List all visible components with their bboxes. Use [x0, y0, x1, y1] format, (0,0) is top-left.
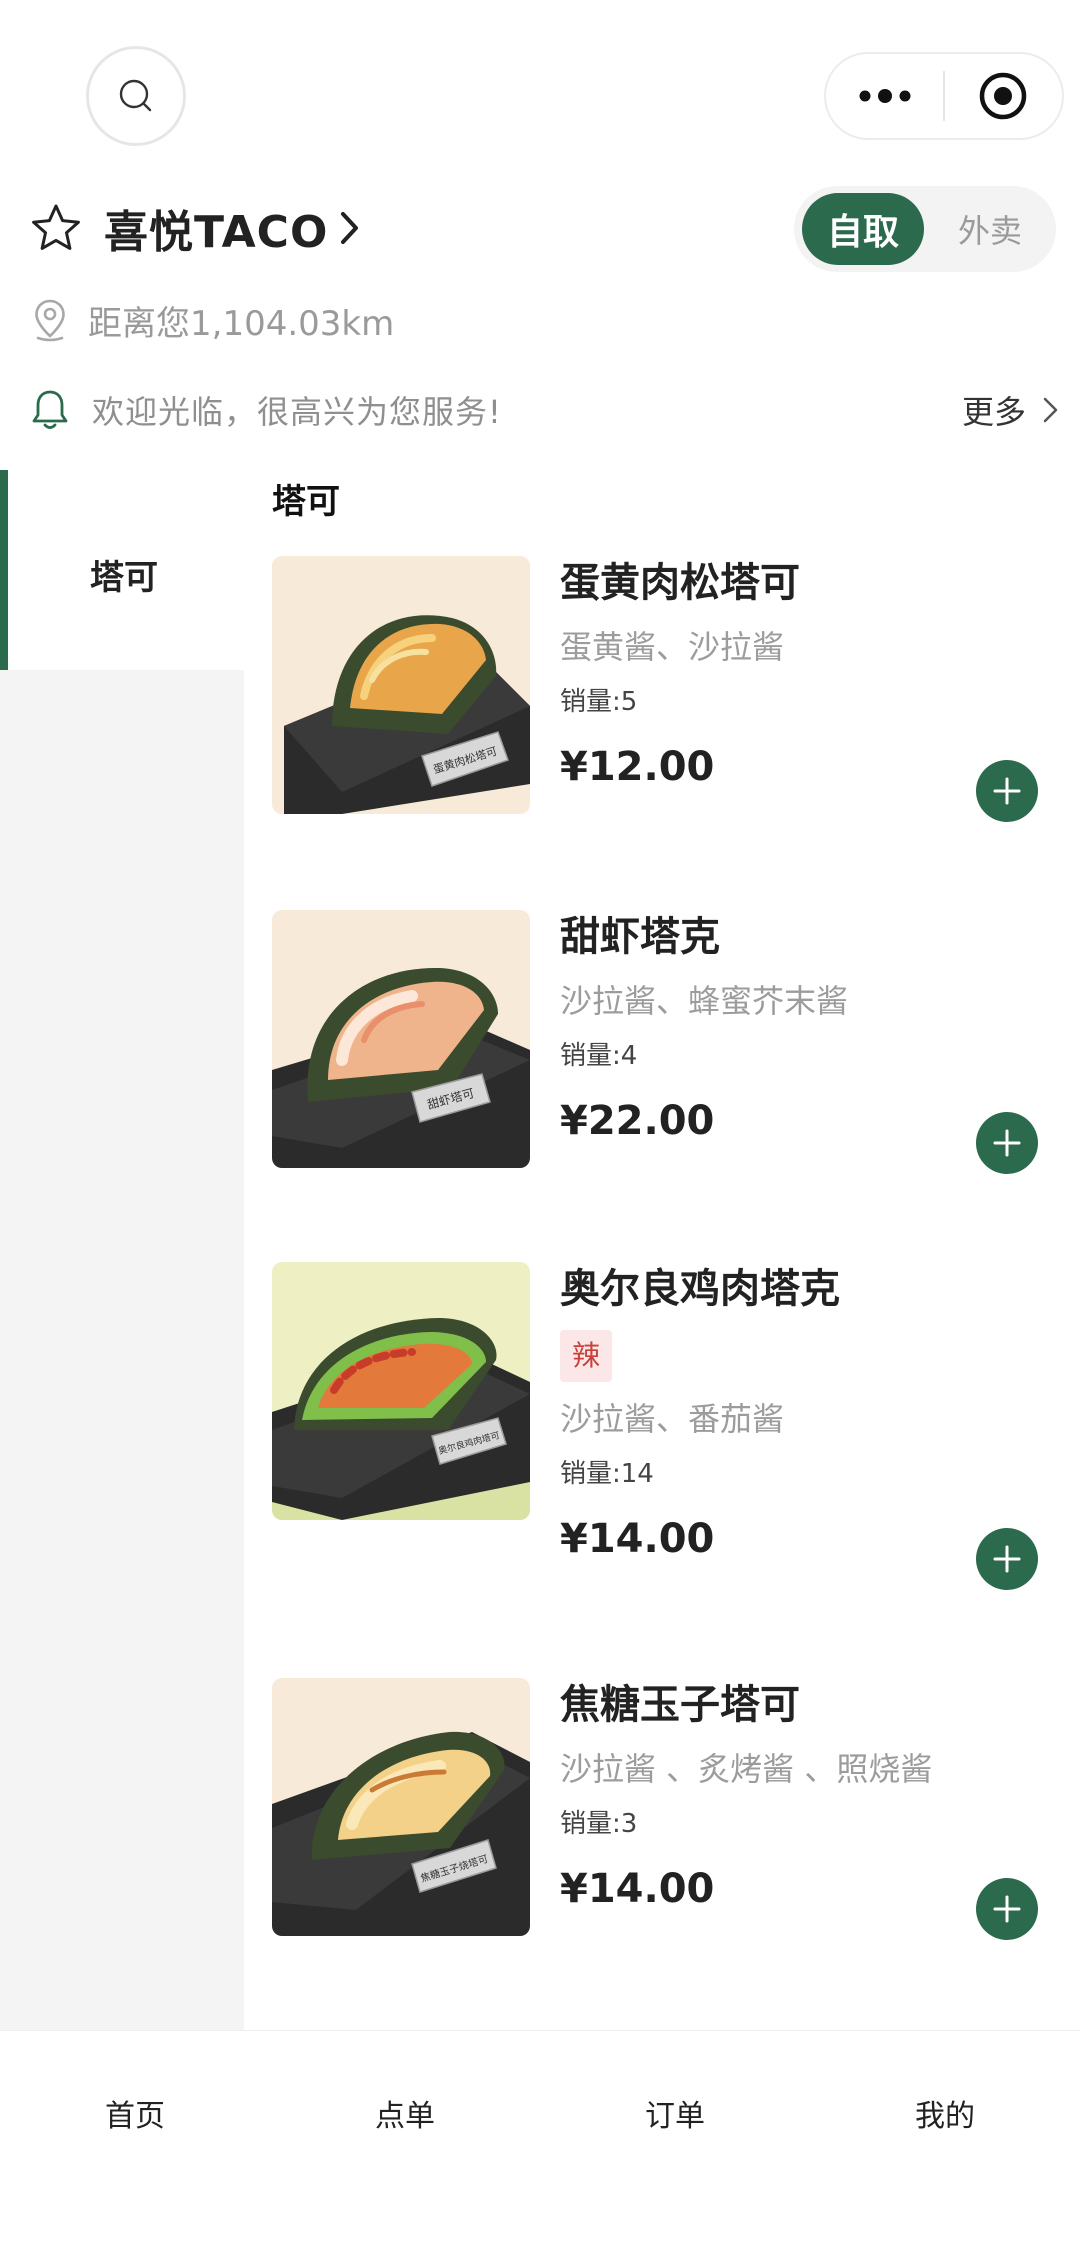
- product-description: 沙拉酱、蜂蜜芥末酱: [560, 982, 849, 1020]
- product-sales: 销量:5: [560, 687, 638, 717]
- product-sales: 销量:14: [560, 1459, 654, 1489]
- product-item[interactable]: 甜虾塔可 甜虾塔克 沙拉酱、蜂蜜芥末酱 销量:4 ¥22.00: [272, 910, 1062, 1174]
- pickup-delivery-switch: 自取 外卖: [794, 186, 1056, 272]
- product-info: 甜虾塔克 沙拉酱、蜂蜜芥末酱 销量:4 ¥22.00: [560, 910, 1062, 1148]
- more-label: 更多: [961, 393, 1026, 431]
- more-link[interactable]: 更多: [962, 387, 1060, 433]
- chevron-right-icon: [1043, 397, 1058, 423]
- category-sidebar: 塔可: [0, 470, 244, 2030]
- product-image: 蛋黄肉松塔可: [272, 556, 530, 814]
- product-image: 焦糖玉子烧塔可: [272, 1678, 530, 1936]
- notice-text: 欢迎光临，很高兴为您服务!: [92, 393, 502, 431]
- product-description: 沙拉酱 、炙烤酱 、照烧酱: [560, 1750, 933, 1788]
- sidebar-item-taco[interactable]: 塔可: [0, 470, 244, 670]
- location-pin-icon: [35, 299, 65, 342]
- store-name[interactable]: 喜悦TACO: [104, 196, 328, 260]
- plus-icon: [993, 1129, 1021, 1157]
- tab-profile[interactable]: 我的: [810, 2031, 1080, 2242]
- section-title: 塔可: [272, 482, 340, 522]
- product-name: 焦糖玉子塔可: [560, 1682, 800, 1728]
- product-sales: 销量:3: [560, 1809, 638, 1839]
- mini-program-capsule: [824, 52, 1064, 140]
- tab-order-menu[interactable]: 点单: [270, 2031, 540, 2242]
- product-description: 沙拉酱、番茄酱: [560, 1400, 785, 1438]
- plus-icon: [993, 1895, 1021, 1923]
- plus-icon: [993, 777, 1021, 805]
- more-dots-icon: [859, 89, 910, 103]
- add-to-cart-button[interactable]: [976, 1528, 1038, 1590]
- spicy-tag: 辣: [560, 1330, 613, 1382]
- chevron-right-icon: [341, 212, 359, 244]
- product-name: 蛋黄肉松塔可: [560, 560, 800, 606]
- product-info: 奥尔良鸡肉塔克 辣 沙拉酱、番茄酱 销量:14 ¥14.00: [560, 1262, 1062, 1566]
- product-info: 焦糖玉子塔可 沙拉酱 、炙烤酱 、照烧酱 销量:3 ¥14.00: [560, 1678, 1062, 1916]
- add-to-cart-button[interactable]: [976, 1878, 1038, 1940]
- delivery-option[interactable]: 外卖: [934, 193, 1046, 265]
- product-item[interactable]: 奥尔良鸡肉塔可 奥尔良鸡肉塔克 辣 沙拉酱、番茄酱 销量:14 ¥14.00: [272, 1262, 1062, 1612]
- target-icon: [980, 72, 1027, 120]
- add-to-cart-button[interactable]: [976, 760, 1038, 822]
- tab-orders[interactable]: 订单: [540, 2031, 810, 2242]
- product-image: 奥尔良鸡肉塔可: [272, 1262, 530, 1520]
- store-header[interactable]: 喜悦TACO: [30, 196, 362, 260]
- product-name: 奥尔良鸡肉塔克: [560, 1266, 840, 1312]
- product-item[interactable]: 焦糖玉子烧塔可 焦糖玉子塔可 沙拉酱 、炙烤酱 、照烧酱 销量:3 ¥14.00: [272, 1678, 1062, 1940]
- product-info: 蛋黄肉松塔可 蛋黄酱、沙拉酱 销量:5 ¥12.00: [560, 556, 1062, 794]
- distance-info: 距离您1,104.03km: [32, 294, 394, 346]
- more-options-button[interactable]: [826, 54, 943, 138]
- product-description: 蛋黄酱、沙拉酱: [560, 628, 785, 666]
- sidebar-item-label: 塔可: [90, 558, 158, 598]
- distance-text: 距离您1,104.03km: [88, 303, 395, 344]
- product-item[interactable]: 蛋黄肉松塔可 蛋黄肉松塔可 蛋黄酱、沙拉酱 销量:5 ¥12.00: [272, 556, 1062, 822]
- add-to-cart-button[interactable]: [976, 1112, 1038, 1174]
- notice-bar: 欢迎光临，很高兴为您服务! 更多: [30, 384, 1060, 436]
- bell-icon: [32, 390, 68, 429]
- star-icon[interactable]: [30, 202, 82, 254]
- search-button[interactable]: [86, 46, 186, 146]
- search-icon: [119, 79, 152, 112]
- product-name: 甜虾塔克: [560, 914, 720, 960]
- pickup-option[interactable]: 自取: [802, 193, 924, 265]
- close-program-button[interactable]: [945, 54, 1062, 138]
- bottom-tab-bar: 首页 点单 订单 我的: [0, 2030, 1080, 2242]
- product-image: 甜虾塔可: [272, 910, 530, 1168]
- product-sales: 销量:4: [560, 1041, 638, 1071]
- tab-home[interactable]: 首页: [0, 2031, 270, 2242]
- plus-icon: [993, 1545, 1021, 1573]
